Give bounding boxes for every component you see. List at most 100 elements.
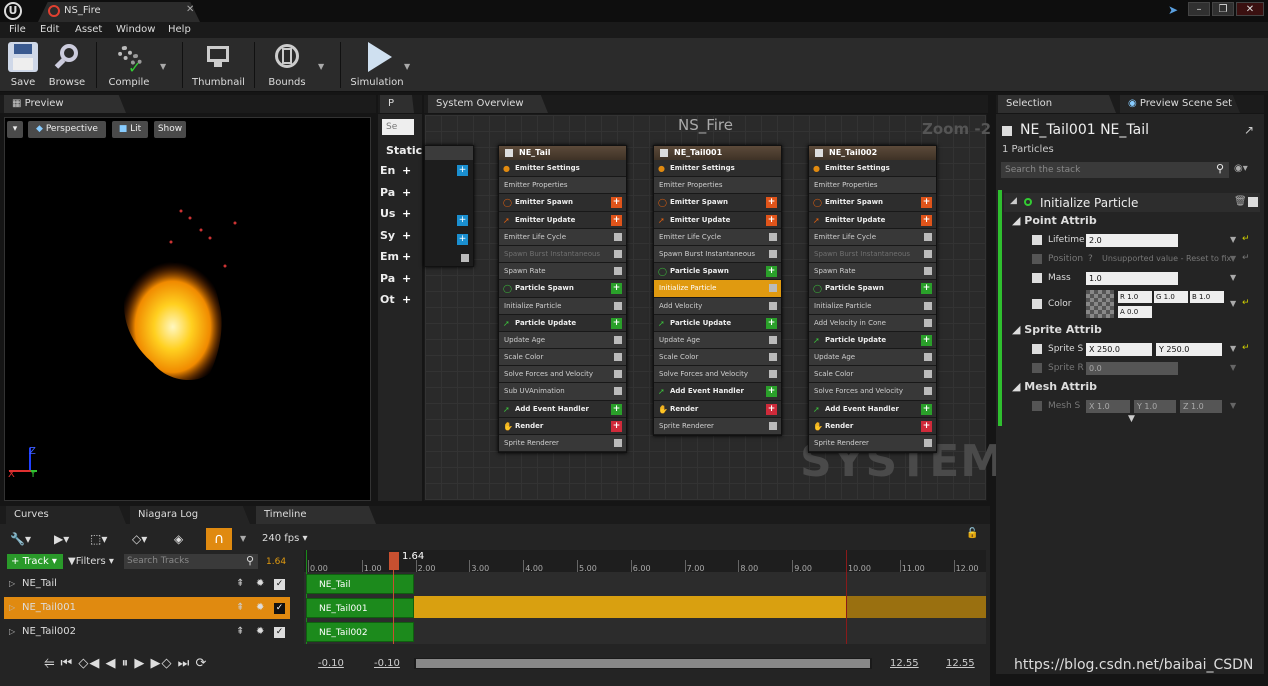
pin-icon[interactable]: ⇞ [236,597,244,619]
browse-button[interactable]: Browse [48,40,86,90]
lock-icon[interactable]: 🔓 [966,528,978,539]
show-button[interactable]: Show [154,121,186,138]
delete-module-icon[interactable]: 🗑 [1234,196,1247,207]
compile-options-caret-icon[interactable]: ▼ [160,62,166,71]
expand-arrow-icon[interactable]: ▷ [9,621,15,643]
add-plus-icon[interactable]: + [457,165,468,176]
system-node[interactable]: + + + [424,145,474,267]
play-mode-icon[interactable]: ▶▾ [54,532,69,546]
range-scrollbar-thumb[interactable] [416,659,870,668]
stack-group-row[interactable]: ➚ Emitter Update + [654,211,781,229]
timeline-tab[interactable]: Timeline [256,506,376,524]
mass-dropdown-icon[interactable]: ▼ [1230,273,1236,282]
parameter-category[interactable]: Pa + [380,272,420,288]
module-row[interactable]: Solve Forces and Velocity [499,366,626,384]
color-dropdown-icon[interactable]: ▼ [1230,299,1236,308]
stack-group-row[interactable]: ➚ Add Event Handler + [499,400,626,418]
module-enabled-checkbox[interactable] [614,387,622,396]
module-row[interactable]: Emitter Properties [654,177,781,195]
loop-icon[interactable]: ⟳ [195,656,207,671]
parameter-category[interactable]: Us + [380,207,420,223]
sprite-rotation-field[interactable]: 0.0 [1086,362,1178,375]
selection-box-icon[interactable]: ⬚▾ [90,532,107,546]
add-module-icon[interactable]: + [921,197,932,209]
color-checkbox[interactable] [1032,299,1042,309]
module-row[interactable]: Scale Color [809,366,936,384]
module-row[interactable]: Solve Forces and Velocity [654,366,781,384]
menu-window[interactable]: Window [116,24,155,35]
track-row[interactable]: ▷ NE_Tail001 ⇞ ✹ ✓ [4,597,290,619]
reset-arrow-icon[interactable]: ↵ [1242,343,1250,353]
stack-group-row[interactable]: ◯ Particle Spawn + [809,280,936,298]
sprite-rotation-dropdown-icon[interactable]: ▼ [1230,363,1236,372]
module-enabled-checkbox[interactable] [769,370,777,379]
emitter-node-header[interactable]: NE_Tail [499,146,626,160]
emitter-enabled-checkbox[interactable] [660,149,668,157]
snap-options-caret-icon[interactable]: ▼ [240,534,246,543]
add-plus-icon[interactable]: + [402,207,411,220]
expand-arrow-icon[interactable]: ▷ [9,597,15,619]
add-plus-icon[interactable]: + [402,250,411,263]
add-module-icon[interactable]: + [766,386,777,398]
module-enabled-checkbox[interactable] [769,232,777,241]
module-enabled-checkbox[interactable] [614,439,622,447]
preview-tab[interactable]: ▦ Preview [4,95,126,113]
stack-group-row[interactable]: ➚ Particle Update + [499,314,626,332]
module-enabled-checkbox[interactable] [769,421,777,430]
bounds-button[interactable]: Bounds [266,40,308,90]
color-a-field[interactable]: A 0.0 [1118,306,1152,318]
viewport-options-button[interactable]: ▾ [7,121,23,138]
mesh-scale-z-field[interactable]: Z 1.0 [1180,400,1222,413]
track-enabled-checkbox[interactable]: ✓ [274,603,285,614]
stack-search-input[interactable]: Search the stack [1001,162,1229,178]
asset-tab[interactable] [38,2,200,22]
add-module-icon[interactable]: + [611,403,622,415]
add-module-icon[interactable]: + [611,420,622,432]
add-module-icon[interactable]: + [921,403,932,415]
step-back-key-icon[interactable]: ⏮ [61,656,74,671]
module-enabled-checkbox[interactable] [924,318,932,327]
end-range-marker[interactable] [846,550,847,644]
module-row[interactable]: Spawn Rate [809,263,936,281]
point-attributes-header[interactable]: ◢ Point Attrib [1012,214,1097,227]
stack-group-row[interactable]: ➚ Emitter Update + [809,211,936,229]
add-module-icon[interactable]: + [921,334,932,346]
stack-group-row[interactable]: ● Emitter Settings [654,160,781,178]
pause-icon[interactable]: ⏸ [122,656,130,671]
parameter-category[interactable]: Pa + [380,186,420,202]
eye-visibility-icon[interactable]: ◉▾ [1234,163,1248,174]
filters-button[interactable]: ▼Filters ▾ [68,556,114,567]
snap-magnet-icon[interactable]: ∩ [206,528,232,550]
stack-group-row[interactable]: ✋ Render + [809,417,936,435]
stack-group-row[interactable]: ◯ Emitter Spawn + [654,194,781,212]
color-swatch[interactable] [1086,290,1114,318]
module-row[interactable]: Sprite Renderer [499,435,626,453]
module-row[interactable]: Scale Color [654,349,781,367]
preview-viewport[interactable] [4,117,371,501]
close-window-button[interactable]: ✕ [1236,2,1264,16]
stack-group-row[interactable]: ➚ Add Event Handler + [809,400,936,418]
stack-group-row[interactable]: ◯ Emitter Spawn + [499,194,626,212]
module-row[interactable]: Add Velocity [654,297,781,315]
snap-key-icon[interactable]: ◈ [174,532,183,546]
fps-selector[interactable]: 240 fps ▾ [262,533,308,544]
menu-asset[interactable]: Asset [75,24,102,35]
module-enabled-checkbox[interactable] [924,370,932,379]
module-row[interactable]: Emitter Properties [499,177,626,195]
add-plus-icon[interactable]: + [402,164,411,177]
add-plus-icon[interactable]: + [457,215,468,226]
stack-group-row[interactable]: ✋ Render + [654,400,781,418]
lifetime-checkbox[interactable] [1032,235,1042,245]
add-module-icon[interactable]: + [766,214,777,226]
play-reverse-icon[interactable]: ◀ [106,656,117,671]
view-range-end[interactable]: 12.55 [946,658,975,669]
simulation-options-caret-icon[interactable]: ▼ [404,62,410,71]
module-row[interactable]: Emitter Life Cycle [809,228,936,246]
add-module-icon[interactable]: + [921,214,932,226]
module-row[interactable]: Sprite Renderer [654,417,781,435]
mesh-attributes-header[interactable]: ◢ Mesh Attrib [1012,380,1097,393]
simulation-button[interactable]: Simulation [350,40,404,90]
module-enabled-checkbox[interactable] [614,335,622,344]
module-enabled-checkbox[interactable] [924,232,932,241]
tools-wrench-icon[interactable]: 🔧▾ [10,532,31,546]
